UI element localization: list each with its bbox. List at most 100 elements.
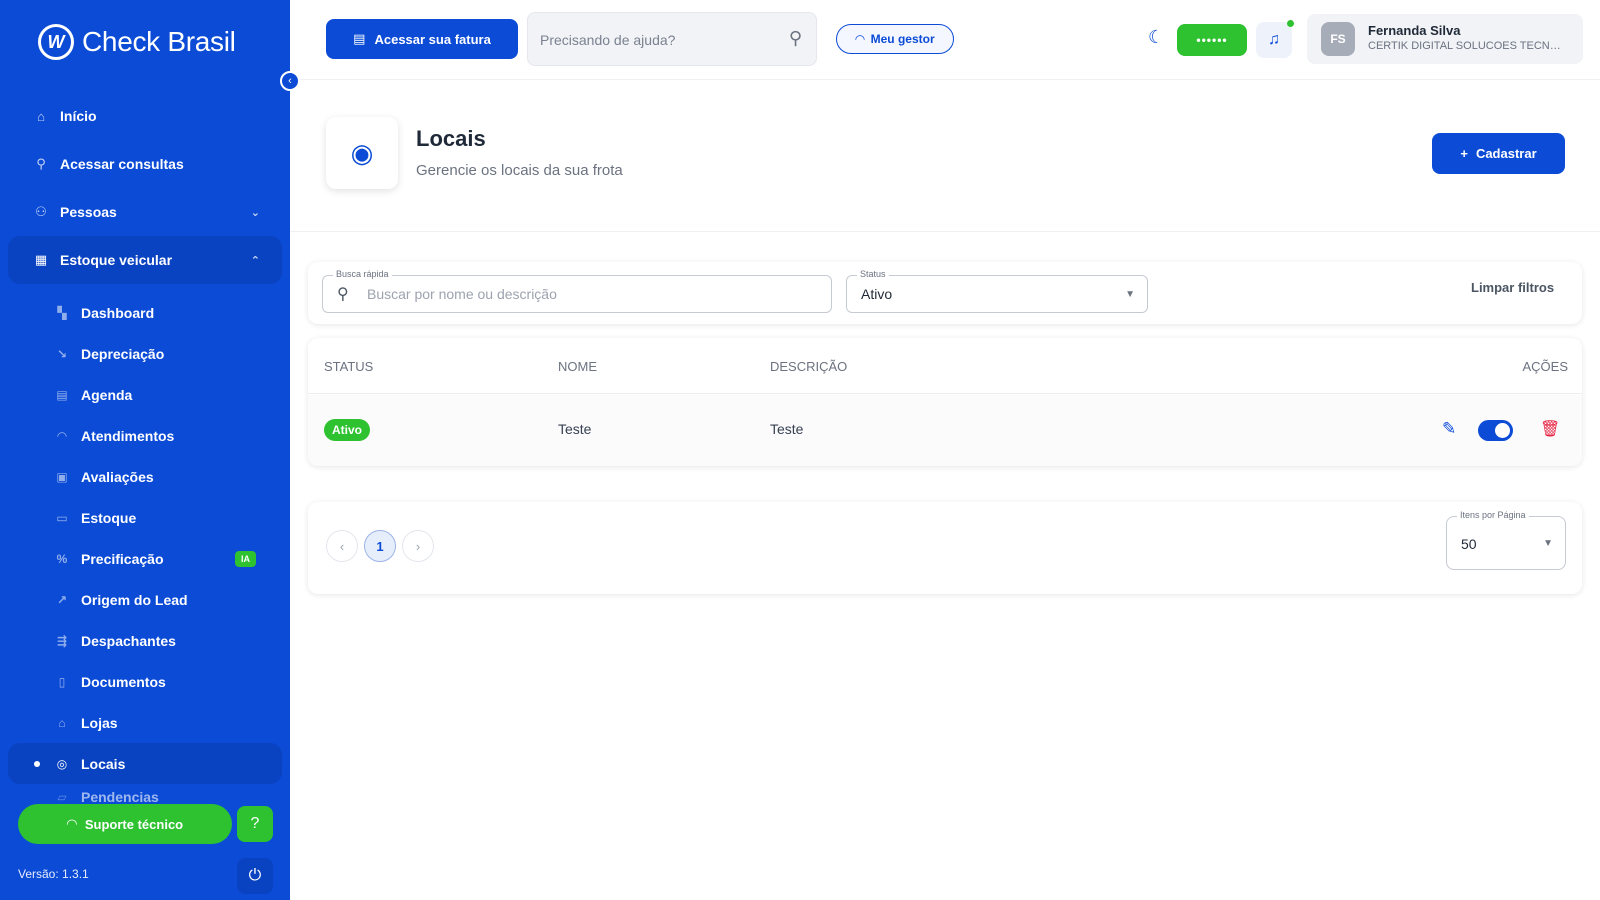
trash-icon[interactable]: 🗑 [1540,419,1560,439]
trend-up-icon: ↗ [56,592,68,607]
manager-button[interactable]: ◠ Meu gestor [836,24,954,54]
status-select[interactable]: Status Ativo ▼ [846,269,1148,313]
page-title: Locais [416,126,486,151]
search-icon[interactable]: ⚲ [789,28,802,49]
version-text: Versão: 1.3.1 [18,867,89,881]
sidebar-subitem-label: Pendencias [81,789,159,805]
sidebar-subitem-label: Avaliações [81,468,154,485]
headset-icon: ◠ [855,32,865,46]
brand-name: Check Brasil [82,26,236,57]
caret-down-icon: ▼ [1125,289,1135,300]
invoice-button[interactable]: ▤ Acessar sua fatura [326,19,518,59]
document-icon: ▤ [353,31,366,46]
headset-icon: ◠ [66,816,77,831]
cell-description: Teste [770,421,804,437]
car-icon: ▭ [56,510,68,525]
sidebar-subitem-dashboard[interactable]: ▚ Dashboard [8,292,282,333]
status-badge: Ativo [324,419,370,441]
sidebar-item-pessoas[interactable]: ⚇ Pessoas ⌄ [8,188,282,236]
caret-down-icon: ▼ [1543,538,1553,549]
column-header-status[interactable]: STATUS [324,359,373,374]
user-company: CERTIK DIGITAL SOLUCOES TECNOLOGIA [1368,40,1568,52]
items-per-page-select[interactable]: Itens por Página 50 ▼ [1446,510,1566,570]
register-button[interactable]: + Cadastrar [1432,133,1565,174]
next-page-button[interactable]: › [402,530,434,562]
active-dot [34,760,40,767]
sidebar-item-acessar-consultas[interactable]: ⚲ Acessar consultas [8,140,282,188]
logout-button[interactable]: ⏻ [237,858,273,894]
column-header-name[interactable]: NOME [558,359,597,374]
page-icon-box: ◉ [326,117,398,189]
sidebar-subitem-label: Locais [81,755,126,772]
sidebar-subitem-label: Agenda [81,386,133,403]
sidebar-item-estoque-veicular[interactable]: ▦ Estoque veicular ⌃ [8,236,282,284]
map-pin-icon: ◉ [350,137,374,168]
headset-icon: ◠ [57,428,67,443]
chevron-up-icon: ⌃ [250,254,260,267]
chevron-left-icon: ‹ [288,75,292,87]
table-row: Ativo Teste Teste ✎ 🗑 [308,395,1582,466]
sidebar-item-label: Pessoas [60,204,117,220]
sidebar-item-label: Início [60,108,97,124]
user-menu[interactable]: FS Fernanda Silva CERTIK DIGITAL SOLUCOE… [1307,14,1583,64]
manager-button-label: Meu gestor [870,32,935,46]
document-icon: ▯ [58,674,66,689]
chevron-down-icon: ⌄ [250,206,260,219]
store-icon: ⌂ [58,715,66,730]
sidebar-subitem-origem-do-lead[interactable]: ↗ Origem do Lead [8,579,282,620]
sidebar-collapse-button[interactable]: ‹ [280,71,300,91]
support-button-label: Suporte técnico [84,816,184,832]
support-button[interactable]: ◠ Suporte técnico [18,804,232,844]
power-icon: ⏻ [248,867,262,884]
sidebar-subitem-agenda[interactable]: ▤ Agenda [8,374,282,415]
edit-icon[interactable]: ✎ [1442,419,1456,439]
sidebar-subitem-label: Origem do Lead [81,591,188,608]
clipboard-icon: ▣ [56,469,68,484]
active-toggle[interactable] [1478,420,1513,441]
page-subtitle: Gerencie os locais da sua frota [416,162,623,179]
filter-bar: Busca rápida ⚲ Status Ativo ▼ Limpar fil… [308,262,1582,324]
notifications-button[interactable]: ♫ [1256,22,1292,58]
sidebar-subitem-atendimentos[interactable]: ◠ Atendimentos [8,415,282,456]
clear-filters-button[interactable]: Limpar filtros [1471,280,1554,295]
sidebar-item-inicio[interactable]: ⌂ Início [8,92,282,140]
items-per-page-label: Itens por Página [1457,510,1529,520]
sidebar-item-label: Acessar consultas [60,156,184,172]
help-button[interactable]: ? [237,806,273,842]
map-pin-icon: ◎ [56,756,68,771]
column-header-description[interactable]: DESCRIÇÃO [770,359,847,374]
cell-name: Teste [558,421,592,437]
page-header: ◉ Locais Gerencie os locais da sua frota… [290,80,1600,232]
brand-logo[interactable]: W Check Brasil [38,24,236,60]
sidebar-subitem-lojas[interactable]: ⌂ Lojas [8,702,282,743]
calendar-icon: ▤ [56,387,68,402]
page-button-current[interactable]: 1 [364,530,396,562]
topbar: ▤ Acessar sua fatura ⚲ ◠ Meu gestor ☾ ••… [290,0,1600,80]
alert-icon: ▱ [57,790,67,804]
dispatch-icon: ⇶ [56,633,68,648]
sidebar-subitem-despachantes[interactable]: ⇶ Despachantes [8,620,282,661]
status-select-value: Ativo [861,286,893,302]
dark-mode-icon[interactable]: ☾ [1148,27,1164,48]
question-icon: ? [250,815,260,832]
masked-balance-pill[interactable]: •••••• [1177,24,1247,56]
help-search-input[interactable] [540,29,770,51]
home-icon: ⌂ [37,108,45,124]
sidebar-subitem-avaliacoes[interactable]: ▣ Avaliações [8,456,282,497]
sidebar-subitem-label: Depreciação [81,345,165,362]
register-button-label: Cadastrar [1475,146,1537,161]
sidebar-subitem-label: Documentos [81,673,166,690]
quick-search-input[interactable] [367,286,807,302]
sidebar-subitem-precificacao[interactable]: % Precificação IA [8,538,282,579]
sidebar-subitem-documentos[interactable]: ▯ Documentos [8,661,282,702]
prev-page-button[interactable]: ‹ [326,530,358,562]
status-select-label: Status [857,269,889,279]
trend-down-icon: ↘ [56,346,68,361]
plus-icon: + [1460,146,1468,161]
sidebar-subitem-depreciacao[interactable]: ↘ Depreciação [8,333,282,374]
sidebar-item-label: Estoque veicular [60,252,173,268]
sidebar-subitem-label: Estoque [81,509,137,526]
sidebar-subitem-locais[interactable]: ◎ Locais [8,743,282,784]
chevron-right-icon: › [415,538,421,554]
sidebar-subitem-estoque[interactable]: ▭ Estoque [8,497,282,538]
